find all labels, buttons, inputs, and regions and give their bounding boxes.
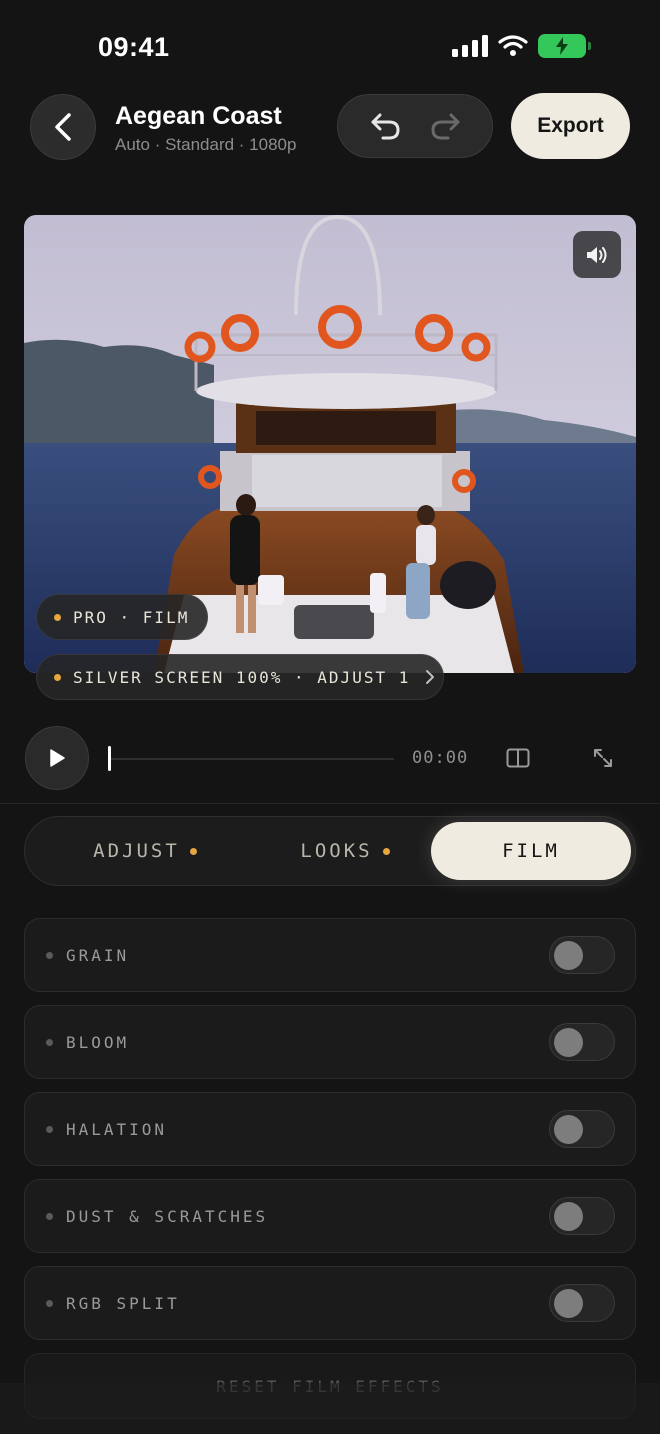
tab-film[interactable]: FILM [431, 822, 631, 880]
speaker-icon [587, 246, 607, 263]
accent-dot [189, 847, 197, 855]
effect-row-dust-scratches: DUST & SCRATCHES [24, 1179, 636, 1253]
undo-redo-group [337, 94, 493, 158]
toggle-knob [554, 1028, 583, 1057]
halation-toggle[interactable] [549, 1110, 615, 1148]
status-dot [46, 1125, 53, 1133]
timecode: 00:00 [412, 748, 469, 768]
tab-film-label: FILM [502, 840, 560, 862]
mute-button[interactable] [573, 231, 621, 278]
toggle-knob [554, 1115, 583, 1144]
split-compare-icon[interactable] [506, 748, 530, 768]
playhead[interactable] [108, 746, 111, 771]
tab-adjust[interactable]: ADJUST [55, 817, 235, 885]
play-button[interactable] [25, 726, 89, 790]
play-icon [50, 749, 65, 767]
effect-row-halation: HALATION [24, 1092, 636, 1166]
toggle-knob [554, 1202, 583, 1231]
section-divider [0, 803, 660, 804]
timeline-scrubber[interactable] [108, 758, 394, 760]
wifi-icon [498, 35, 528, 56]
chevron-right-icon [426, 670, 435, 684]
tab-adjust-label: ADJUST [93, 840, 180, 862]
grain-toggle[interactable] [549, 936, 615, 974]
accent-dot [54, 613, 61, 621]
mode-badge-label: PRO · FILM [73, 607, 190, 627]
status-dot [46, 1038, 53, 1046]
effect-label: RGB SPLIT [66, 1293, 180, 1313]
toggle-knob [554, 1289, 583, 1318]
effect-row-rgb-split: RGB SPLIT [24, 1266, 636, 1340]
status-dot [46, 951, 53, 959]
status-icons [452, 34, 591, 58]
tab-looks-label: LOOKS [300, 840, 373, 862]
export-button[interactable]: Export [511, 93, 630, 159]
status-dot [46, 1212, 53, 1220]
editor-tab-bar: ADJUST LOOKS FILM [24, 816, 636, 886]
status-dot [46, 1299, 53, 1307]
effect-label: DUST & SCRATCHES [66, 1206, 269, 1226]
battery-charging-icon [538, 34, 591, 58]
cellular-signal-icon [452, 35, 488, 57]
project-subtitle: Auto · Standard · 1080p [115, 135, 297, 154]
expand-icon[interactable] [591, 746, 615, 770]
mode-badge: PRO · FILM [36, 594, 208, 640]
look-badge-button[interactable]: SILVER SCREEN 100% · ADJUST 1 [36, 654, 444, 700]
toggle-knob [554, 941, 583, 970]
accent-dot [54, 673, 61, 681]
bottom-fade-overlay [0, 1383, 660, 1434]
rgb-split-toggle[interactable] [549, 1284, 615, 1322]
project-title-block: Aegean Coast Auto · Standard · 1080p [115, 102, 296, 155]
effect-label: BLOOM [66, 1032, 130, 1052]
dust-scratches-toggle[interactable] [549, 1197, 615, 1235]
effect-label: HALATION [66, 1119, 168, 1139]
redo-icon[interactable] [428, 111, 462, 141]
undo-icon[interactable] [369, 111, 403, 141]
look-badge-label: SILVER SCREEN 100% · ADJUST 1 [73, 667, 411, 687]
accent-dot [382, 847, 390, 855]
back-button[interactable] [30, 94, 96, 160]
effect-row-grain: GRAIN [24, 918, 636, 992]
effect-label: GRAIN [66, 945, 130, 965]
project-title: Aegean Coast [115, 102, 282, 130]
status-time: 09:41 [98, 32, 170, 62]
tab-looks[interactable]: LOOKS [255, 817, 435, 885]
chevron-left-icon [55, 113, 71, 141]
bloom-toggle[interactable] [549, 1023, 615, 1061]
effect-row-bloom: BLOOM [24, 1005, 636, 1079]
